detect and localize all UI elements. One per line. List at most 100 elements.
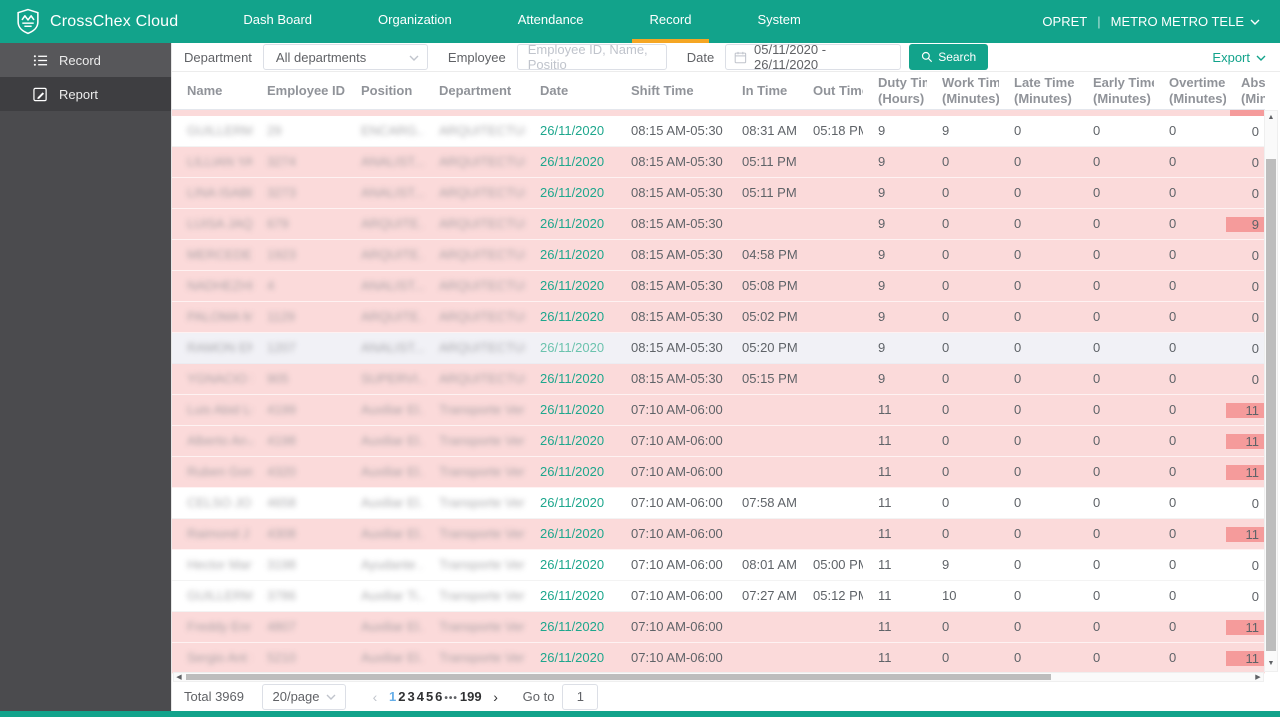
table-row[interactable]: RAMON EM... 1207 ANALIST... ARQUITECTURA 26/… xyxy=(172,333,1265,364)
table-row[interactable]: LINA ISABE... 3273 ANALIST... ARQUITECTURA 2… xyxy=(172,178,1265,209)
table-row[interactable]: Hector Man ... 3198 Ayudante ... Transporte… xyxy=(172,550,1265,581)
page-ellipsis[interactable]: ••• xyxy=(443,693,459,704)
search-button[interactable]: Search xyxy=(909,44,989,70)
cell-work: 0 xyxy=(942,495,950,510)
sidebar-item-label: Record xyxy=(59,52,101,68)
cell-work: 10 xyxy=(942,588,957,603)
sidebar-item-report[interactable]: Report xyxy=(0,77,171,111)
horizontal-scrollbar-thumb[interactable] xyxy=(186,674,1051,680)
cell-name: Sergio Ant S... xyxy=(187,650,252,665)
table-row[interactable]: PALOMA MA... 1129 ARQUITE... ARQUITECTURA 26… xyxy=(172,302,1265,333)
table-row[interactable]: YGNACIO D... 905 SUPERVI... ARQUITECTURA 26/… xyxy=(172,364,1265,395)
page-number-199[interactable]: 199 xyxy=(459,689,483,704)
table-row[interactable]: Luis Abid Lu... 4199 Auxiliar El... Transpo… xyxy=(172,395,1265,426)
cell-out: 05:18 PM xyxy=(813,123,863,138)
cell-id: 3786 xyxy=(267,588,296,603)
employee-input[interactable]: Employee ID, Name, Positio xyxy=(516,42,667,72)
nav-item-record[interactable]: Record xyxy=(631,0,710,43)
cell-out xyxy=(798,643,863,674)
horizontal-scrollbar[interactable]: ◀ ▶ xyxy=(173,672,1264,682)
cell-date: 26/11/2020 xyxy=(540,402,605,417)
cell-ot: 0 xyxy=(1169,340,1177,355)
scroll-up-arrow-icon[interactable]: ▲ xyxy=(1265,113,1277,123)
scroll-right-arrow-icon[interactable]: ▶ xyxy=(1253,673,1263,681)
cell-duty: 11 xyxy=(878,619,892,634)
cell-late: 0 xyxy=(1014,650,1022,665)
cell-name: LUISA JAQU... xyxy=(187,216,252,231)
cell-work: 0 xyxy=(942,309,950,324)
export-menu[interactable]: Export xyxy=(1212,43,1266,72)
sidebar-item-record[interactable]: Record xyxy=(0,43,171,77)
export-label: Export xyxy=(1212,50,1250,65)
table-row[interactable]: GUILLERMO... 3786 Auxiliar Ti... Transporte… xyxy=(172,581,1265,612)
page-number-3[interactable]: 3 xyxy=(406,689,415,704)
table-row[interactable]: CELSO JOS... 4658 Auxiliar El... Transporte… xyxy=(172,488,1265,519)
cell-id: 4198 xyxy=(267,433,296,448)
table-row[interactable]: Raimond J R... 4308 Auxiliar El... Transpor… xyxy=(172,519,1265,550)
table-row[interactable]: LILLIAN YA L... 3274 ANALIST... ARQUITECTUR… xyxy=(172,147,1265,178)
cell-name: CELSO JOS... xyxy=(187,495,252,510)
cell-duty: 11 xyxy=(878,433,892,448)
table-row[interactable]: Sergio Ant S... 5210 Auxiliar El... Transpo… xyxy=(172,643,1265,674)
org-name: OPRET xyxy=(1042,14,1088,29)
nav-item-dashboard[interactable]: Dash Board xyxy=(225,0,330,43)
table-row[interactable]: LUISA JAQU... 679 ARQUITE... ARQUITECTURA 26… xyxy=(172,209,1265,240)
table-row[interactable]: NADHEZHDA... 4 ANALIST... ARQUITECTURA 26/11… xyxy=(172,271,1265,302)
cell-id: 4 xyxy=(267,278,275,293)
table-row[interactable]: Freddy Enri ... 4807 Auxiliar El... Transpo… xyxy=(172,612,1265,643)
prev-page-button[interactable]: ‹ xyxy=(362,689,388,705)
cell-in: 05:20 PM xyxy=(742,340,798,355)
cell-out xyxy=(798,364,863,395)
cell-name: MERCEDES ... xyxy=(187,247,252,262)
brand: CrossChex Cloud xyxy=(0,0,178,43)
vertical-scrollbar-thumb[interactable] xyxy=(1266,159,1276,651)
scroll-down-arrow-icon[interactable]: ▼ xyxy=(1265,659,1277,669)
cell-shift: 08:15 AM-05:30 PM xyxy=(631,123,727,138)
page-number-5[interactable]: 5 xyxy=(425,689,434,704)
page-size-select[interactable]: 20/page xyxy=(262,683,346,710)
cell-abs: 11 xyxy=(1226,651,1265,666)
page-number-1[interactable]: 1 xyxy=(388,689,397,704)
cell-date: 26/11/2020 xyxy=(540,526,605,541)
cell-late: 0 xyxy=(1014,216,1022,231)
cell-id: 4199 xyxy=(267,402,296,417)
cell-name: GUILLERMO... xyxy=(187,123,252,138)
table-row[interactable]: MERCEDES ... 1923 ARQUITE... ARQUITECTURA 26… xyxy=(172,240,1265,271)
vertical-scrollbar[interactable]: ▲ ▼ xyxy=(1264,110,1278,672)
cell-duty: 9 xyxy=(878,154,886,169)
cell-in: 05:15 PM xyxy=(742,371,798,386)
cell-position: Auxiliar Ti... xyxy=(361,588,424,603)
nav-item-attendance[interactable]: Attendance xyxy=(500,0,602,43)
cell-id: 4658 xyxy=(267,495,296,510)
cell-duty: 11 xyxy=(878,526,892,541)
account-menu[interactable]: OPRET | METRO METRO TELE xyxy=(1042,0,1280,43)
cell-name: LILLIAN YA L... xyxy=(187,154,252,169)
cell-out xyxy=(798,302,863,333)
cell-work: 0 xyxy=(942,278,950,293)
cell-department: Transporte Vertical xyxy=(439,619,525,634)
cell-early: 0 xyxy=(1093,247,1101,262)
cell-out xyxy=(798,395,863,426)
next-page-button[interactable]: › xyxy=(483,689,509,705)
cell-id: 3198 xyxy=(267,557,296,572)
cell-ot: 0 xyxy=(1169,123,1177,138)
cell-duty: 11 xyxy=(878,588,892,603)
cell-late: 0 xyxy=(1014,154,1022,169)
cell-shift: 08:15 AM-05:30 PM xyxy=(631,185,727,200)
cell-date: 26/11/2020 xyxy=(540,185,605,200)
nav-item-organization[interactable]: Organization xyxy=(360,0,470,43)
table-row[interactable]: GUILLERMO... 29 ENCARG... ARQUITECTURA 26/11… xyxy=(172,116,1265,147)
cell-id: 29 xyxy=(267,123,282,138)
department-select[interactable]: All departments xyxy=(262,44,428,70)
date-range-input[interactable]: 05/11/2020 - 26/11/2020 xyxy=(725,42,902,72)
page-number-4[interactable]: 4 xyxy=(416,689,425,704)
table-row[interactable]: Alberto An Al... 4198 Auxiliar El... Transp… xyxy=(172,426,1265,457)
cell-date: 26/11/2020 xyxy=(540,123,605,138)
goto-page-input[interactable]: 1 xyxy=(562,683,599,710)
cell-ot: 0 xyxy=(1169,464,1177,479)
cell-early: 0 xyxy=(1093,154,1101,169)
scroll-left-arrow-icon[interactable]: ◀ xyxy=(174,673,184,681)
table-row[interactable]: Ruben Gom... 4320 Auxiliar El... Transporte… xyxy=(172,457,1265,488)
nav-item-system[interactable]: System xyxy=(739,0,818,43)
department-label: Department xyxy=(184,49,252,65)
